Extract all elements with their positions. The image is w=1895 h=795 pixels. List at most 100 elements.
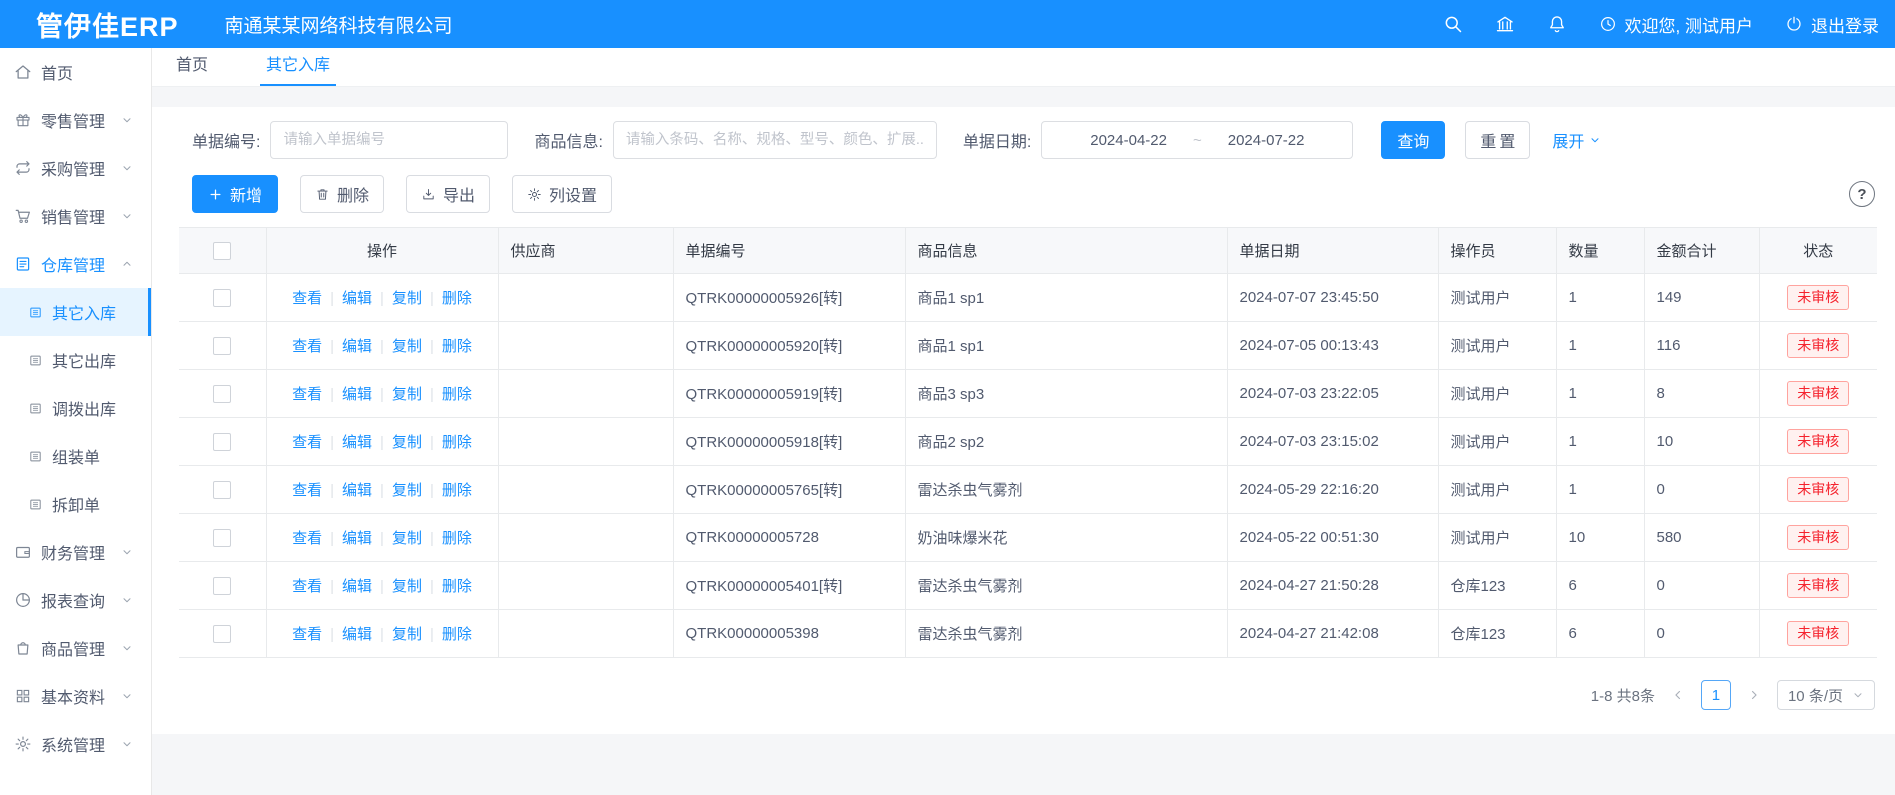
next-page-button[interactable]: [1747, 688, 1761, 702]
sidebar-item-label: 仓库管理: [41, 252, 117, 276]
action-edit[interactable]: 编辑: [342, 578, 372, 595]
row-checkbox[interactable]: [213, 289, 231, 307]
action-view[interactable]: 查看: [292, 338, 322, 355]
action-edit[interactable]: 编辑: [342, 482, 372, 499]
status-badge: 未审核: [1787, 525, 1849, 551]
sidebar-item-transfer-outbound[interactable]: 调拨出库: [0, 384, 151, 432]
doc-icon: [28, 449, 43, 464]
sidebar-item-purchase[interactable]: 采购管理: [0, 144, 151, 192]
expand-link[interactable]: 展开: [1552, 128, 1601, 152]
action-view[interactable]: 查看: [292, 626, 322, 643]
action-view[interactable]: 查看: [292, 482, 322, 499]
action-copy[interactable]: 复制: [392, 434, 422, 451]
sidebar-item-retail[interactable]: 零售管理: [0, 96, 151, 144]
date-range-picker[interactable]: 2024-04-22 ~ 2024-07-22: [1041, 121, 1353, 159]
add-label: 新增: [230, 182, 262, 206]
action-copy[interactable]: 复制: [392, 386, 422, 403]
action-edit[interactable]: 编辑: [342, 626, 372, 643]
amount-cell: 580: [1644, 514, 1759, 562]
reset-button[interactable]: 重置: [1465, 121, 1530, 159]
action-copy[interactable]: 复制: [392, 290, 422, 307]
row-checkbox[interactable]: [213, 337, 231, 355]
chevron-down-icon: [1589, 134, 1601, 146]
qty-cell: 1: [1556, 322, 1644, 370]
action-delete[interactable]: 删除: [442, 626, 472, 643]
action-edit[interactable]: 编辑: [342, 338, 372, 355]
sidebar-item-system[interactable]: 系统管理: [0, 720, 151, 768]
row-checkbox[interactable]: [213, 529, 231, 547]
notifications-button[interactable]: [1547, 14, 1567, 34]
welcome-user[interactable]: 欢迎您, 测试用户: [1599, 12, 1753, 37]
action-delete[interactable]: 删除: [442, 578, 472, 595]
action-copy[interactable]: 复制: [392, 530, 422, 547]
action-edit[interactable]: 编辑: [342, 386, 372, 403]
action-copy[interactable]: 复制: [392, 482, 422, 499]
action-delete[interactable]: 删除: [442, 530, 472, 547]
action-edit[interactable]: 编辑: [342, 434, 372, 451]
sidebar-item-home[interactable]: 首页: [0, 48, 151, 96]
row-checkbox[interactable]: [213, 625, 231, 643]
row-checkbox[interactable]: [213, 481, 231, 499]
operator-cell: 测试用户: [1438, 322, 1556, 370]
action-delete[interactable]: 删除: [442, 290, 472, 307]
table-row: 查看|编辑|复制|删除 QTRK00000005919[转] 商品3 sp3 2…: [179, 370, 1877, 418]
action-view[interactable]: 查看: [292, 530, 322, 547]
action-view[interactable]: 查看: [292, 290, 322, 307]
logout-button[interactable]: 退出登录: [1785, 12, 1879, 37]
company-switch-button[interactable]: [1495, 14, 1515, 34]
main-area: 首页 其它入库 单据编号: 商品信息: 单据日期: 2024-04-22 ~ 2…: [152, 48, 1895, 795]
product-info-label: 商品信息:: [534, 128, 602, 152]
sidebar-item-sales[interactable]: 销售管理: [0, 192, 151, 240]
checkbox-cell: [179, 322, 266, 370]
doc-icon: [28, 401, 43, 416]
help-icon[interactable]: ?: [1849, 181, 1875, 207]
sidebar-item-products[interactable]: 商品管理: [0, 624, 151, 672]
action-edit[interactable]: 编辑: [342, 530, 372, 547]
sidebar-item-other-inbound[interactable]: 其它入库: [0, 288, 151, 336]
sidebar-item-other-outbound[interactable]: 其它出库: [0, 336, 151, 384]
sidebar-item-basic-data[interactable]: 基本资料: [0, 672, 151, 720]
sidebar-item-assembly-order[interactable]: 组装单: [0, 432, 151, 480]
column-settings-button[interactable]: 列设置: [512, 175, 612, 213]
action-copy[interactable]: 复制: [392, 626, 422, 643]
delete-button[interactable]: 删除: [300, 175, 384, 213]
action-delete[interactable]: 删除: [442, 386, 472, 403]
add-button[interactable]: 新增: [192, 175, 278, 213]
action-edit[interactable]: 编辑: [342, 290, 372, 307]
action-copy[interactable]: 复制: [392, 578, 422, 595]
row-checkbox[interactable]: [213, 433, 231, 451]
search-button[interactable]: [1443, 14, 1463, 34]
table-row: 查看|编辑|复制|删除 QTRK00000005401[转] 雷达杀虫气雾剂 2…: [179, 562, 1877, 610]
action-delete[interactable]: 删除: [442, 338, 472, 355]
status-badge: 未审核: [1787, 621, 1849, 647]
action-view[interactable]: 查看: [292, 434, 322, 451]
action-copy[interactable]: 复制: [392, 338, 422, 355]
page-size-select[interactable]: 10 条/页: [1777, 680, 1875, 710]
order-no-input[interactable]: [270, 121, 508, 159]
select-all-checkbox[interactable]: [213, 242, 231, 260]
sidebar-item-disassembly-order[interactable]: 拆卸单: [0, 480, 151, 528]
supplier-cell: [498, 370, 673, 418]
sidebar-item-warehouse[interactable]: 仓库管理: [0, 240, 151, 288]
row-checkbox[interactable]: [213, 385, 231, 403]
checkbox-cell: [179, 466, 266, 514]
action-delete[interactable]: 删除: [442, 434, 472, 451]
chevron-down-icon: [121, 594, 133, 606]
checkbox-cell: [179, 610, 266, 658]
sidebar-item-reports[interactable]: 报表查询: [0, 576, 151, 624]
doc-icon: [28, 305, 43, 320]
export-button[interactable]: 导出: [406, 175, 490, 213]
status-cell: 未审核: [1759, 274, 1877, 322]
prev-page-button[interactable]: [1671, 688, 1685, 702]
product-info-input[interactable]: [613, 121, 937, 159]
query-button[interactable]: 查询: [1381, 121, 1445, 159]
action-view[interactable]: 查看: [292, 386, 322, 403]
tab-other-inbound[interactable]: 其它入库: [260, 51, 336, 86]
current-page[interactable]: 1: [1701, 680, 1731, 710]
checkbox-cell: [179, 274, 266, 322]
tab-home[interactable]: 首页: [170, 51, 214, 86]
sidebar-item-finance[interactable]: 财务管理: [0, 528, 151, 576]
action-view[interactable]: 查看: [292, 578, 322, 595]
action-delete[interactable]: 删除: [442, 482, 472, 499]
row-checkbox[interactable]: [213, 577, 231, 595]
